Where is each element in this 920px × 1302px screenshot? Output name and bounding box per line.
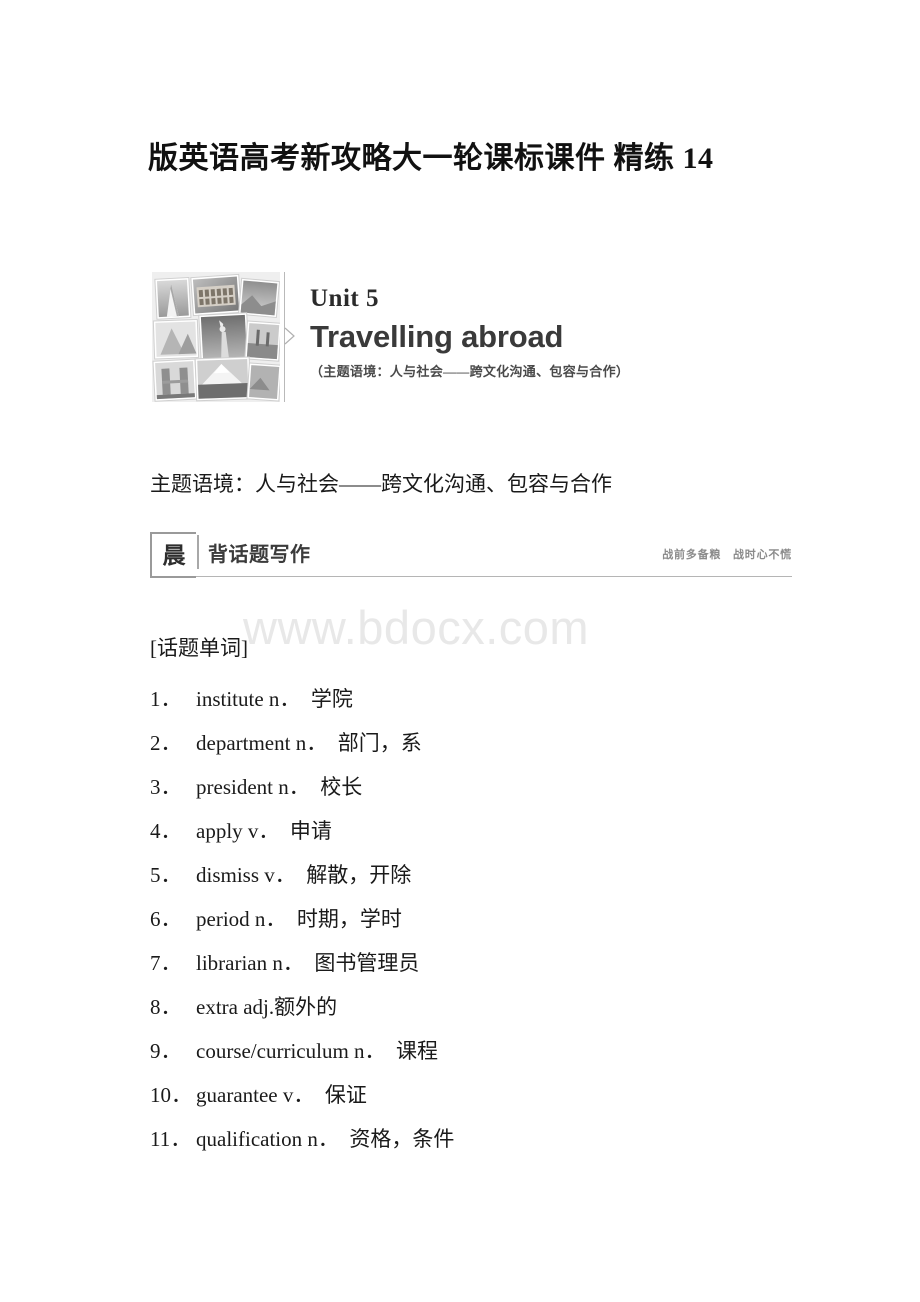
list-item: 3． president n． 校长 [150,765,770,809]
banner-divider [283,272,297,402]
section-banner: 晨 背话题写作 战前多备粮 战时心不慌 [150,532,792,584]
unit-name: Travelling abroad [310,319,564,354]
item-number: 5． [150,863,182,887]
item-chinese: 额外的 [274,995,338,1019]
item-english: guarantee v． [196,1083,315,1107]
item-chinese: 申请 [289,819,332,843]
item-chinese: 图书管理员 [314,951,420,975]
list-item: 10． guarantee v． 保证 [150,1073,770,1117]
section-rule [196,576,792,577]
item-english: course/curriculum n． [196,1039,386,1063]
list-item: 4． apply v． 申请 [150,809,770,853]
theme-context-line: 主题语境：人与社会——跨文化沟通、包容与合作 [150,472,612,496]
vocabulary-list: 1． institute n． 学院 2． department n． 部门，系 3… [150,677,770,1161]
item-number: 4． [150,819,182,843]
vocabulary-heading: [话题单词] [150,636,248,660]
item-english: librarian n． [196,951,304,975]
item-number: 7． [150,951,182,975]
item-english: apply v． [196,819,280,843]
item-english: dismiss v． [196,863,296,887]
item-number: 2． [150,731,182,755]
list-item: 9． course/curriculum n． 课程 [150,1029,770,1073]
section-motto: 战前多备粮 战时心不慌 [662,548,792,561]
list-item: 2． department n． 部门，系 [150,721,770,765]
item-number: 11． [150,1127,192,1151]
item-english: period n． [196,907,287,931]
item-chinese: 学院 [310,687,353,711]
unit-number: Unit 5 [310,285,379,312]
item-number: 9． [150,1039,182,1063]
badge-character: 晨 [162,543,186,569]
watermark: www.bdocx.com [243,601,590,654]
item-english: institute n． [196,687,301,711]
list-item: 1． institute n． 学院 [150,677,770,721]
item-number: 3． [150,775,182,799]
list-item: 6． period n． 时期，学时 [150,897,770,941]
list-item: 8． extra adj.额外的 [150,985,770,1029]
item-english: president n． [196,775,310,799]
item-chinese: 部门，系 [337,731,422,755]
document-page: 版英语高考新攻略大一轮课标课件 精练 14 Unit 5 Travelling … [0,0,920,1302]
badge-separator [197,535,199,569]
section-title: 背话题写作 [208,542,311,566]
item-number: 8． [150,995,182,1019]
list-item: 7． librarian n． 图书管理员 [150,941,770,985]
chevron-right-icon [284,327,295,345]
item-english: qualification n． [196,1127,339,1151]
item-english: department n． [196,731,328,755]
unit-text-block: Unit 5 Travelling abroad （主题语境：人与社会——跨文化… [310,286,670,380]
item-chinese: 校长 [320,775,363,799]
item-number: 1． [150,687,182,711]
item-chinese: 资格，条件 [349,1127,455,1151]
list-item: 5． dismiss v． 解散，开除 [150,853,770,897]
unit-subtitle: （主题语境：人与社会——跨文化沟通、包容与合作） [310,364,630,379]
item-number: 10． [150,1083,192,1107]
landmark-photo-collage-image [152,272,280,402]
item-english: extra adj. [196,995,275,1019]
item-chinese: 时期，学时 [296,907,402,931]
list-item: 11． qualification n． 资格，条件 [150,1117,770,1161]
item-chinese: 保证 [324,1083,367,1107]
item-chinese: 解散，开除 [306,863,412,887]
page-title: 版英语高考新攻略大一轮课标课件 精练 14 [148,142,714,175]
item-chinese: 课程 [396,1039,439,1063]
unit-header-banner: Unit 5 Travelling abroad （主题语境：人与社会——跨文化… [152,272,672,404]
item-number: 6． [150,907,182,931]
